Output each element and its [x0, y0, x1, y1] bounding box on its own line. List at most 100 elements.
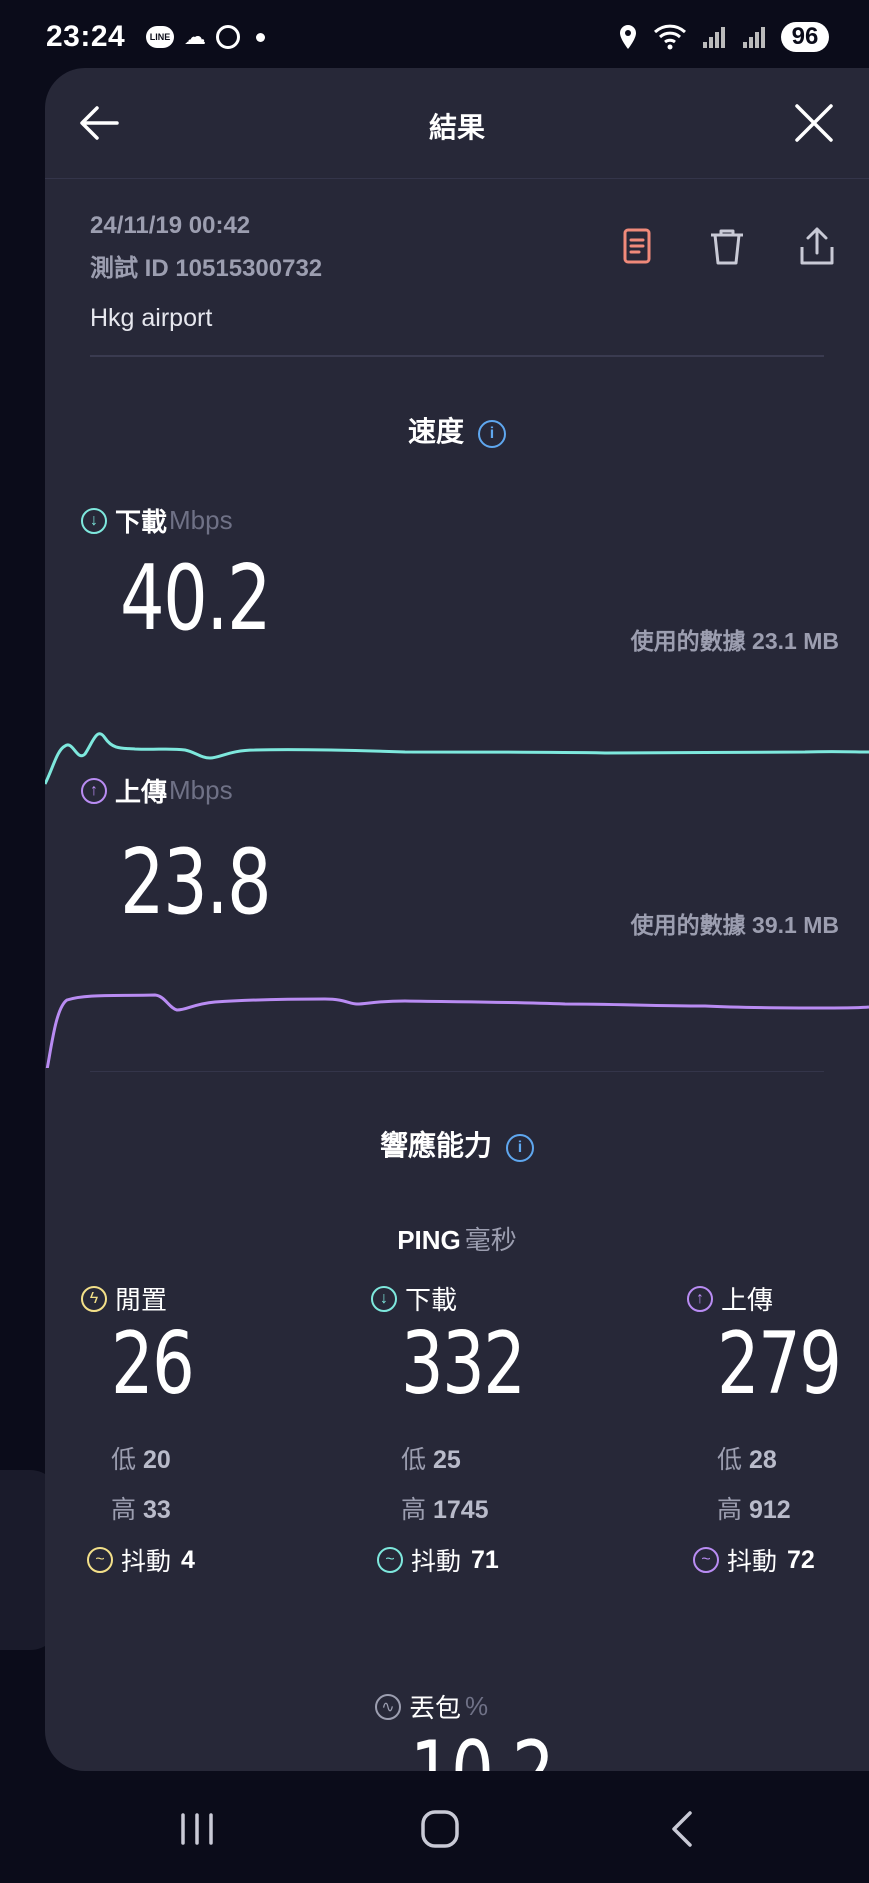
- ping-download-low-label: 低: [401, 1446, 427, 1474]
- speed-section-title: 速度 i: [45, 410, 869, 450]
- ping-idle-jitter-label: 抖動: [121, 1548, 172, 1576]
- ping-idle-low-label: 低: [111, 1446, 137, 1474]
- ping-idle-high: 高 33: [111, 1490, 171, 1526]
- download-data-used: 使用的數據 23.1 MB: [630, 628, 839, 654]
- ping-download-label: ↓ 下載: [371, 1280, 457, 1317]
- action-toolbar: [613, 223, 841, 271]
- packet-loss-label: ∿ 丟包 %: [375, 1688, 488, 1725]
- ping-upload-low-label: 低: [717, 1446, 743, 1474]
- ping-upload-label: ↑ 上傳: [687, 1280, 773, 1317]
- signal-icon: [703, 27, 725, 48]
- pulse-icon: ∿: [375, 1693, 401, 1720]
- ping-upload-jitter-label: 抖動: [727, 1548, 778, 1576]
- download-unit: Mbps: [169, 505, 233, 535]
- ping-upload-low-value: 28: [748, 1446, 777, 1474]
- battery-indicator: 96: [781, 22, 829, 52]
- download-speed-chart: [45, 732, 869, 785]
- speed-info-icon[interactable]: i: [478, 419, 506, 448]
- navigation-bar: [0, 1771, 869, 1883]
- home-icon[interactable]: [418, 1807, 462, 1851]
- download-arrow-icon: ↓: [371, 1285, 397, 1312]
- header-divider: [45, 178, 869, 179]
- ping-idle-low: 低 20: [111, 1440, 171, 1476]
- ping-idle-jitter-value: 4: [181, 1545, 195, 1574]
- ping-idle-value: 26: [111, 1314, 195, 1414]
- upload-speed-chart: [45, 993, 869, 1068]
- ping-title: PING 毫秒: [45, 1220, 869, 1257]
- signal-icon-2: [743, 27, 765, 48]
- ring-app-icon: [216, 25, 240, 49]
- line-app-icon: LINE: [146, 26, 174, 48]
- ping-upload-column: ↑ 上傳 279 低 28 高 912 ~ 抖動 72: [687, 1280, 869, 1580]
- ping-upload-jitter-value: 72: [787, 1545, 815, 1574]
- upload-speed-line: [45, 993, 869, 1068]
- status-bar: 23:24 LINE ☁ 96: [0, 0, 869, 68]
- download-label-text: 下載: [115, 507, 168, 537]
- jitter-wave-icon: ~: [87, 1547, 113, 1573]
- packet-loss-label-text: 丟包: [409, 1693, 462, 1723]
- packet-loss-value: 10.2: [410, 1723, 555, 1771]
- back-icon[interactable]: [662, 1807, 706, 1851]
- system-icons: 96: [617, 22, 829, 52]
- ping-upload-jitter: ~ 抖動 72: [693, 1542, 815, 1578]
- ping-idle-jitter: ~ 抖動 4: [87, 1542, 195, 1578]
- ping-download-jitter-value: 71: [471, 1545, 499, 1574]
- ping-upload-high: 高 912: [717, 1490, 791, 1526]
- jitter-wave-icon: ~: [693, 1547, 719, 1573]
- wifi-icon: [653, 24, 687, 50]
- ping-download-value: 332: [401, 1314, 526, 1414]
- section-divider: [90, 355, 824, 357]
- ping-upload-low: 低 28: [717, 1440, 777, 1476]
- sheet-header: 結果: [45, 68, 869, 178]
- section-divider-2: [90, 1071, 824, 1072]
- idle-bolt-icon: ϟ: [81, 1285, 107, 1312]
- ping-download-label-text: 下載: [405, 1285, 458, 1315]
- ping-idle-column: ϟ 閒置 26 低 20 高 33 ~ 抖動 4: [81, 1280, 341, 1580]
- status-time: 23:24: [46, 20, 126, 53]
- upload-data-used: 使用的數據 39.1 MB: [630, 912, 839, 938]
- close-icon[interactable]: [789, 98, 839, 148]
- responsiveness-title-text: 響應能力: [379, 1130, 492, 1161]
- share-icon[interactable]: [793, 223, 841, 271]
- ping-download-jitter: ~ 抖動 71: [377, 1542, 499, 1578]
- ping-download-low-value: 25: [432, 1446, 461, 1474]
- upload-unit: Mbps: [169, 775, 233, 805]
- download-speed-value: 40.2: [120, 546, 272, 651]
- test-location: Hkg airport: [90, 304, 213, 332]
- results-sheet: 結果 24/11/19 00:42 測試 ID 10515300732 Hkg …: [45, 68, 869, 1771]
- upload-label: ↑ 上傳 Mbps: [81, 772, 233, 809]
- page-title: 結果: [428, 112, 485, 143]
- ping-idle-label: ϟ 閒置: [81, 1280, 167, 1317]
- packet-loss-unit: %: [465, 1691, 489, 1721]
- ping-idle-high-value: 33: [142, 1496, 171, 1524]
- ping-unit: 毫秒: [464, 1225, 517, 1255]
- ping-idle-high-label: 高: [111, 1496, 137, 1524]
- responsiveness-info-icon[interactable]: i: [506, 1133, 534, 1162]
- ping-download-high-value: 1745: [432, 1496, 489, 1524]
- recent-apps-icon[interactable]: [175, 1807, 219, 1851]
- ping-upload-value: 279: [717, 1314, 842, 1414]
- ping-download-low: 低 25: [401, 1440, 461, 1476]
- ping-upload-label-text: 上傳: [721, 1285, 774, 1315]
- upload-arrow-icon: ↑: [687, 1285, 713, 1312]
- speed-title-text: 速度: [407, 416, 464, 447]
- trash-icon[interactable]: [703, 223, 751, 271]
- ping-download-column: ↓ 下載 332 低 25 高 1745 ~ 抖動 71: [371, 1280, 631, 1580]
- download-arrow-icon: ↓: [81, 507, 107, 534]
- upload-arrow-icon: ↑: [81, 777, 107, 804]
- weather-icon: ☁: [184, 24, 206, 49]
- jitter-wave-icon: ~: [377, 1547, 403, 1573]
- ping-idle-label-text: 閒置: [115, 1285, 168, 1315]
- ping-download-high-label: 高: [401, 1496, 427, 1524]
- ping-download-high: 高 1745: [401, 1490, 489, 1526]
- download-label: ↓ 下載 Mbps: [81, 502, 233, 539]
- ping-download-jitter-label: 抖動: [411, 1548, 462, 1576]
- notification-icons: LINE ☁: [146, 24, 265, 50]
- test-date: 24/11/19 00:42: [90, 212, 251, 239]
- report-icon[interactable]: [613, 223, 661, 271]
- upload-speed-value: 23.8: [120, 830, 272, 935]
- ping-upload-high-label: 高: [717, 1496, 743, 1524]
- ping-label: PING: [397, 1225, 461, 1255]
- more-notifications-icon: [256, 32, 265, 42]
- location-icon: [620, 25, 636, 49]
